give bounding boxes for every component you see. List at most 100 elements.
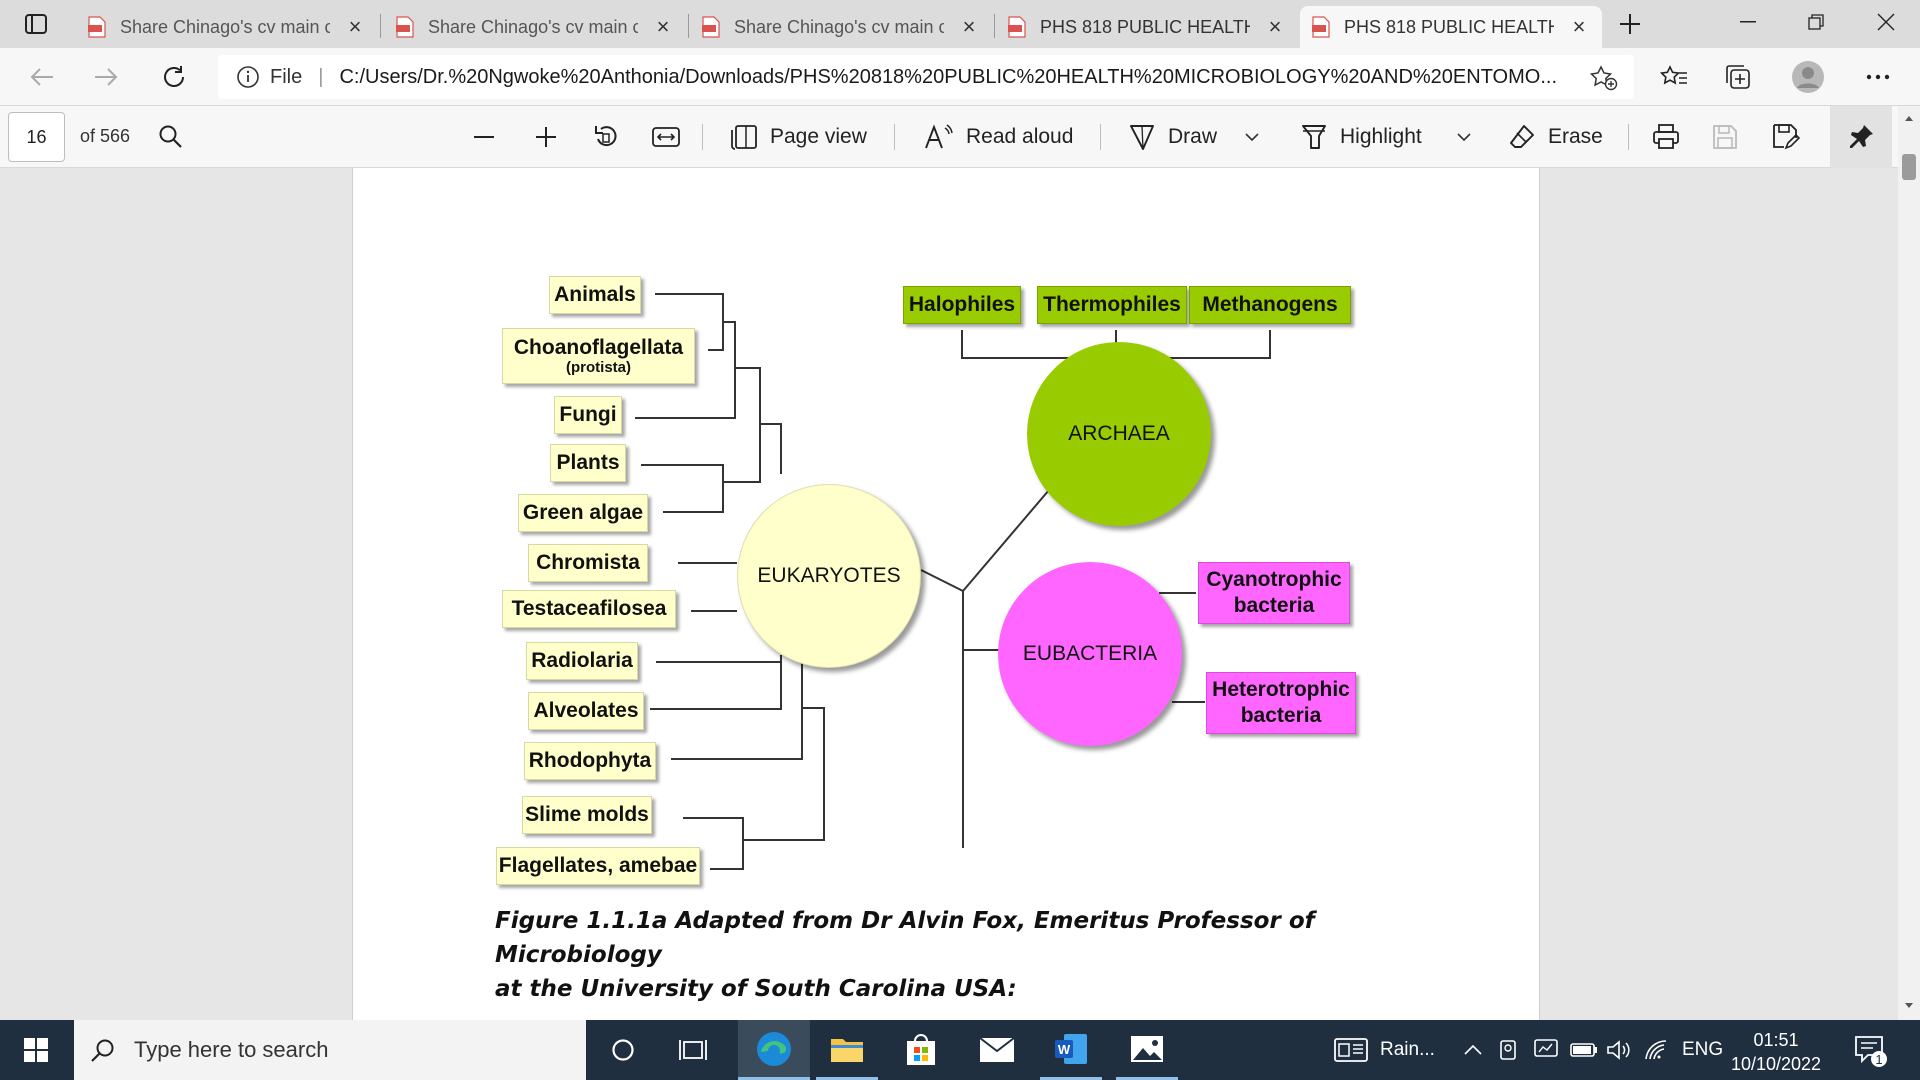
domain-label: EUBACTERIA [1022,642,1158,665]
tab-5-active[interactable]: PHS 818 PUBLIC HEALTH I × [1300,6,1602,48]
fit-to-width-icon[interactable] [652,119,680,155]
scroll-up-icon[interactable] [1904,114,1914,122]
input-language[interactable]: ENG [1682,1020,1723,1080]
mail-icon[interactable] [966,1020,1028,1080]
group-label: Plants [556,451,620,474]
pdf-file-icon [396,16,414,38]
group-label: Fungi [559,403,617,426]
group-label-line1: Heterotrophic [1212,678,1350,701]
scrollbar-thumb[interactable] [1902,154,1916,180]
zoom-in-icon[interactable] [534,119,558,155]
pdf-document-area[interactable]: Animals Choanoflagellata (protista) Fung… [0,168,1898,1020]
restore-icon[interactable] [1782,0,1850,44]
microsoft-store-icon[interactable] [890,1020,952,1080]
highlighter-icon [1302,125,1326,149]
forward-arrow-icon[interactable] [88,59,124,95]
network-monitor-icon[interactable] [1534,1020,1558,1080]
show-hidden-icons-chevron-up-icon[interactable] [1464,1020,1482,1080]
page-view-label: Page view [770,125,867,148]
back-arrow-icon[interactable] [24,59,60,95]
tab-4[interactable]: PHS 818 PUBLIC HEALTH I × [996,6,1298,48]
tab-1[interactable]: Share Chinago's cv main c × [76,6,378,48]
eubacteria-group-box: Cyanotrophic bacteria [1198,562,1350,624]
save-as-icon[interactable] [1772,119,1800,155]
draw-options-chevron-down-icon[interactable] [1244,119,1260,155]
tab-2[interactable]: Share Chinago's cv main c × [384,6,686,48]
archaea-group-box: Methanogens [1189,286,1351,324]
scheme-label: File [270,65,303,88]
pin-toolbar-icon[interactable] [1830,106,1892,168]
more-options-icon[interactable] [1860,59,1896,95]
print-icon[interactable] [1652,119,1680,155]
system-clock[interactable]: 01:51 10/10/2022 [1726,1028,1826,1076]
page-number-input[interactable]: 16 [8,112,65,162]
close-tab-icon[interactable]: × [652,14,674,40]
notification-center-icon[interactable]: 1 [1852,1032,1888,1068]
highlight-options-chevron-down-icon[interactable] [1456,119,1472,155]
info-icon[interactable] [236,65,260,89]
vertical-scrollbar[interactable] [1898,106,1920,1020]
archaea-group-box: Thermophiles [1037,286,1187,324]
tab-bar: Share Chinago's cv main c × Share Chinag… [0,0,1920,48]
new-tab-button[interactable] [1610,6,1650,42]
refresh-icon[interactable] [156,59,192,95]
task-view-icon[interactable] [662,1020,724,1080]
meet-now-icon[interactable] [1498,1020,1520,1080]
collections-icon[interactable] [1720,59,1756,95]
scroll-down-icon[interactable] [1904,1002,1914,1010]
pdf-toolbar: 16 of 566 Page view Read aloud Draw High… [0,106,1920,168]
rotate-icon[interactable] [592,119,620,155]
profile-avatar-icon[interactable] [1790,59,1826,95]
pdf-page: Animals Choanoflagellata (protista) Fung… [352,168,1540,1020]
group-label: Chromista [536,551,640,574]
draw-label: Draw [1168,125,1218,148]
eukaryote-group-box: Slime molds [522,796,652,834]
group-label: Methanogens [1202,293,1338,316]
group-label-line2: bacteria [1233,594,1315,617]
edge-browser-icon[interactable] [738,1020,810,1080]
url-text: C:/Users/Dr.%20Ngwoke%20Anthonia/Downloa… [339,65,1557,88]
highlight-button[interactable]: Highlight [1300,119,1422,155]
page-view-button[interactable]: Page view [730,119,867,155]
page-view-icon [731,125,757,150]
eukaryote-group-box: Flagellates, amebae [496,847,700,885]
read-aloud-button[interactable]: Read aloud [924,119,1073,155]
group-label: Testaceafilosea [511,597,667,620]
volume-icon[interactable] [1606,1020,1632,1080]
weather-widget[interactable]: Rain... [1334,1020,1435,1080]
save-icon[interactable] [1712,119,1738,155]
tab-divider [688,14,689,38]
tab-3[interactable]: Share Chinago's cv main c × [690,6,992,48]
domain-label: EUKARYOTES [757,564,901,587]
draw-button[interactable]: Draw [1128,119,1217,155]
find-search-icon[interactable] [158,119,184,155]
favorites-icon[interactable] [1656,59,1692,95]
address-input[interactable]: File | C:/Users/Dr.%20Ngwoke%20Anthonia/… [218,55,1634,99]
pdf-file-icon [702,16,720,38]
tab-actions-icon[interactable] [14,8,58,40]
photos-app-icon[interactable] [1116,1020,1178,1080]
erase-button[interactable]: Erase [1508,119,1603,155]
battery-icon[interactable] [1570,1020,1598,1080]
draw-pen-icon [1130,125,1154,150]
file-explorer-icon[interactable] [816,1020,878,1080]
close-tab-icon[interactable]: × [344,14,366,40]
group-label: Choanoflagellata [513,336,684,359]
word-app-icon[interactable]: W [1040,1020,1102,1080]
taskbar-search-input[interactable]: Type here to search [74,1020,586,1080]
zoom-out-icon[interactable] [472,119,496,155]
close-tab-icon[interactable]: × [958,14,980,40]
cortana-icon[interactable] [592,1020,654,1080]
wifi-icon[interactable] [1644,1020,1668,1080]
erase-label: Erase [1548,125,1603,148]
close-tab-icon[interactable]: × [1568,14,1590,40]
page-count: of 566 [80,126,131,146]
close-window-icon[interactable] [1852,0,1920,44]
windows-start-icon[interactable] [0,1020,72,1080]
figure-caption: Figure 1.1.1a Adapted from Dr Alvin Fox,… [495,904,1415,1006]
add-favorite-icon[interactable] [1590,65,1618,91]
group-label-line1: Cyanotrophic [1206,568,1342,591]
close-tab-icon[interactable]: × [1264,14,1286,40]
minimize-icon[interactable] [1714,0,1782,44]
address-bar: File | C:/Users/Dr.%20Ngwoke%20Anthonia/… [0,48,1920,106]
